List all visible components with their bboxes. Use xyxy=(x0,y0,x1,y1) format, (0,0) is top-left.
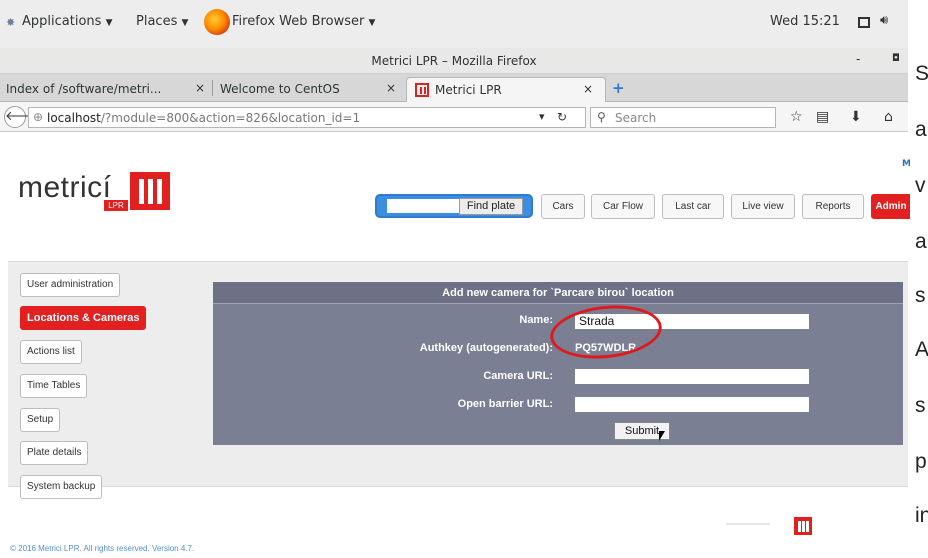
camera-url-input[interactable] xyxy=(575,369,809,384)
history-dropdown-icon[interactable]: ▾ xyxy=(539,110,545,123)
add-camera-form: Add new camera for `Parcare birou` locat… xyxy=(213,282,903,445)
sidebar-item-system-backup[interactable]: System backup xyxy=(20,475,103,499)
form-title: Add new camera for `Parcare birou` locat… xyxy=(213,282,903,304)
home-icon[interactable]: ⌂ xyxy=(884,109,893,125)
clock[interactable]: Wed 15:21 xyxy=(770,14,840,29)
side-text-line: s xyxy=(915,284,926,307)
tab-label: Welcome to CentOS xyxy=(220,82,340,96)
metrici-favicon-icon xyxy=(415,83,429,97)
sidebar-item-setup[interactable]: Setup xyxy=(20,408,61,432)
nav-live-view-button[interactable]: Live view xyxy=(731,194,795,219)
mouse-cursor-icon xyxy=(659,431,665,441)
camera-url-label: Camera URL: xyxy=(483,370,553,382)
logo-lpr-label: LPR xyxy=(104,200,128,211)
new-tab-button[interactable]: + xyxy=(612,79,625,97)
nav-last-car-button[interactable]: Last car xyxy=(662,194,724,219)
barrier-url-label: Open barrier URL: xyxy=(457,398,553,410)
volume-icon[interactable]: 🔊︎ xyxy=(880,13,888,28)
nav-car-flow-button[interactable]: Car Flow xyxy=(591,194,655,219)
side-text-line: p xyxy=(915,450,927,473)
screen: ✸ Applications ▼ Places ▼ Firefox Web Br… xyxy=(0,0,928,558)
find-plate-form: Find plate xyxy=(375,194,533,218)
highlight-circle-annotation xyxy=(547,300,665,364)
footer-divider xyxy=(726,523,770,525)
download-icon[interactable]: ⬇ xyxy=(850,109,862,125)
nav-cars-button[interactable]: Cars xyxy=(541,194,585,219)
sidebar-item-user-administration[interactable]: User administration xyxy=(20,273,121,297)
tab-label: Metrici LPR xyxy=(435,83,502,97)
sidebar-item-actions-list[interactable]: Actions list xyxy=(20,340,82,364)
chevron-down-icon: ▼ xyxy=(105,18,113,28)
search-icon: ⚲ xyxy=(597,110,606,124)
nav-bar: 🡐 ⊕ localhost/?module=800&action=826&loc… xyxy=(0,102,908,132)
firefox-icon xyxy=(204,9,230,35)
applications-menu[interactable]: Applications ▼ xyxy=(22,14,112,29)
tab-welcome-centos[interactable]: Welcome to CentOS × xyxy=(214,77,404,102)
search-placeholder: Search xyxy=(615,111,657,125)
gnome-top-bar: ✸ Applications ▼ Places ▼ Firefox Web Br… xyxy=(0,0,908,48)
clipped-side-text: S a v a s A s p in xyxy=(910,0,928,558)
globe-icon: ⊕ xyxy=(33,110,44,124)
applications-icon: ✸ xyxy=(6,16,16,29)
tab-metrici-lpr[interactable]: Metrici LPR × xyxy=(406,77,606,102)
side-text-line: S xyxy=(915,62,928,85)
sidebar-item-time-tables[interactable]: Time Tables xyxy=(20,374,88,398)
tab-strip: Index of /software/metri... × Welcome to… xyxy=(0,74,908,102)
footer-logo-icon xyxy=(794,517,812,535)
window-overview-icon[interactable] xyxy=(858,17,870,28)
authkey-label: Authkey (autogenerated): xyxy=(419,342,553,354)
side-text-line: a xyxy=(915,230,927,253)
url-path: /?module=800&action=826&location_id=1 xyxy=(100,111,361,125)
web-page: metricí LPR M Find plate Cars Car Flow L… xyxy=(0,133,911,558)
tab-label: Index of /software/metri... xyxy=(6,82,162,96)
url-text: localhost/?module=800&action=826&locatio… xyxy=(47,111,360,125)
tab-separator xyxy=(212,80,213,96)
sidebar-item-locations-cameras[interactable]: Locations & Cameras xyxy=(20,306,147,330)
search-bar[interactable]: ⚲ Search xyxy=(590,107,776,128)
applications-label: Applications xyxy=(22,14,102,29)
side-text-line: in xyxy=(915,504,928,527)
close-icon[interactable]: × xyxy=(386,81,396,95)
bookmark-star-icon[interactable]: ☆ xyxy=(790,109,803,125)
app-menu-label: Firefox Web Browser xyxy=(232,14,365,29)
side-text-line: v xyxy=(915,174,926,197)
reload-icon[interactable]: ↻ xyxy=(557,110,567,124)
side-text-line: a xyxy=(915,118,927,141)
footer-copyright: © 2016 Metrici LPR. All rights reserved.… xyxy=(10,544,195,553)
admin-panel: User administration Locations & Cameras … xyxy=(8,261,908,499)
close-icon[interactable]: × xyxy=(195,81,205,95)
find-plate-button[interactable]: Find plate xyxy=(459,198,523,215)
side-text-line: A xyxy=(915,338,928,361)
url-bar[interactable]: ⊕ localhost/?module=800&action=826&locat… xyxy=(28,107,586,128)
window-titlebar: Metrici LPR – Mozilla Firefox - ◘ xyxy=(0,48,908,74)
maximize-button[interactable]: ◘ xyxy=(892,53,900,64)
metrici-logo-mark-icon xyxy=(130,172,170,210)
side-text-line: s xyxy=(915,394,926,417)
barrier-url-input[interactable] xyxy=(575,397,809,412)
metrici-logo[interactable]: metricí xyxy=(18,171,112,205)
sidebar-item-plate-details[interactable]: Plate details xyxy=(20,441,89,465)
url-host: localhost xyxy=(47,111,101,125)
chevron-down-icon: ▼ xyxy=(181,18,189,28)
nav-reports-button[interactable]: Reports xyxy=(802,194,864,219)
find-plate-input[interactable] xyxy=(387,199,459,213)
app-menu[interactable]: Firefox Web Browser ▼ xyxy=(232,14,375,29)
reading-list-icon[interactable]: ▤ xyxy=(816,109,829,125)
minimize-button[interactable]: - xyxy=(856,52,860,66)
places-menu[interactable]: Places ▼ xyxy=(136,14,188,29)
close-icon[interactable]: × xyxy=(583,82,593,96)
nav-admin-button[interactable]: Admin xyxy=(871,194,911,219)
back-button[interactable]: 🡐 xyxy=(4,106,40,128)
places-label: Places xyxy=(136,14,178,29)
window-title: Metrici LPR – Mozilla Firefox xyxy=(371,54,537,68)
name-label: Name: xyxy=(519,314,553,326)
chevron-down-icon: ▼ xyxy=(368,18,376,28)
tab-index-software[interactable]: Index of /software/metri... × xyxy=(0,77,212,102)
